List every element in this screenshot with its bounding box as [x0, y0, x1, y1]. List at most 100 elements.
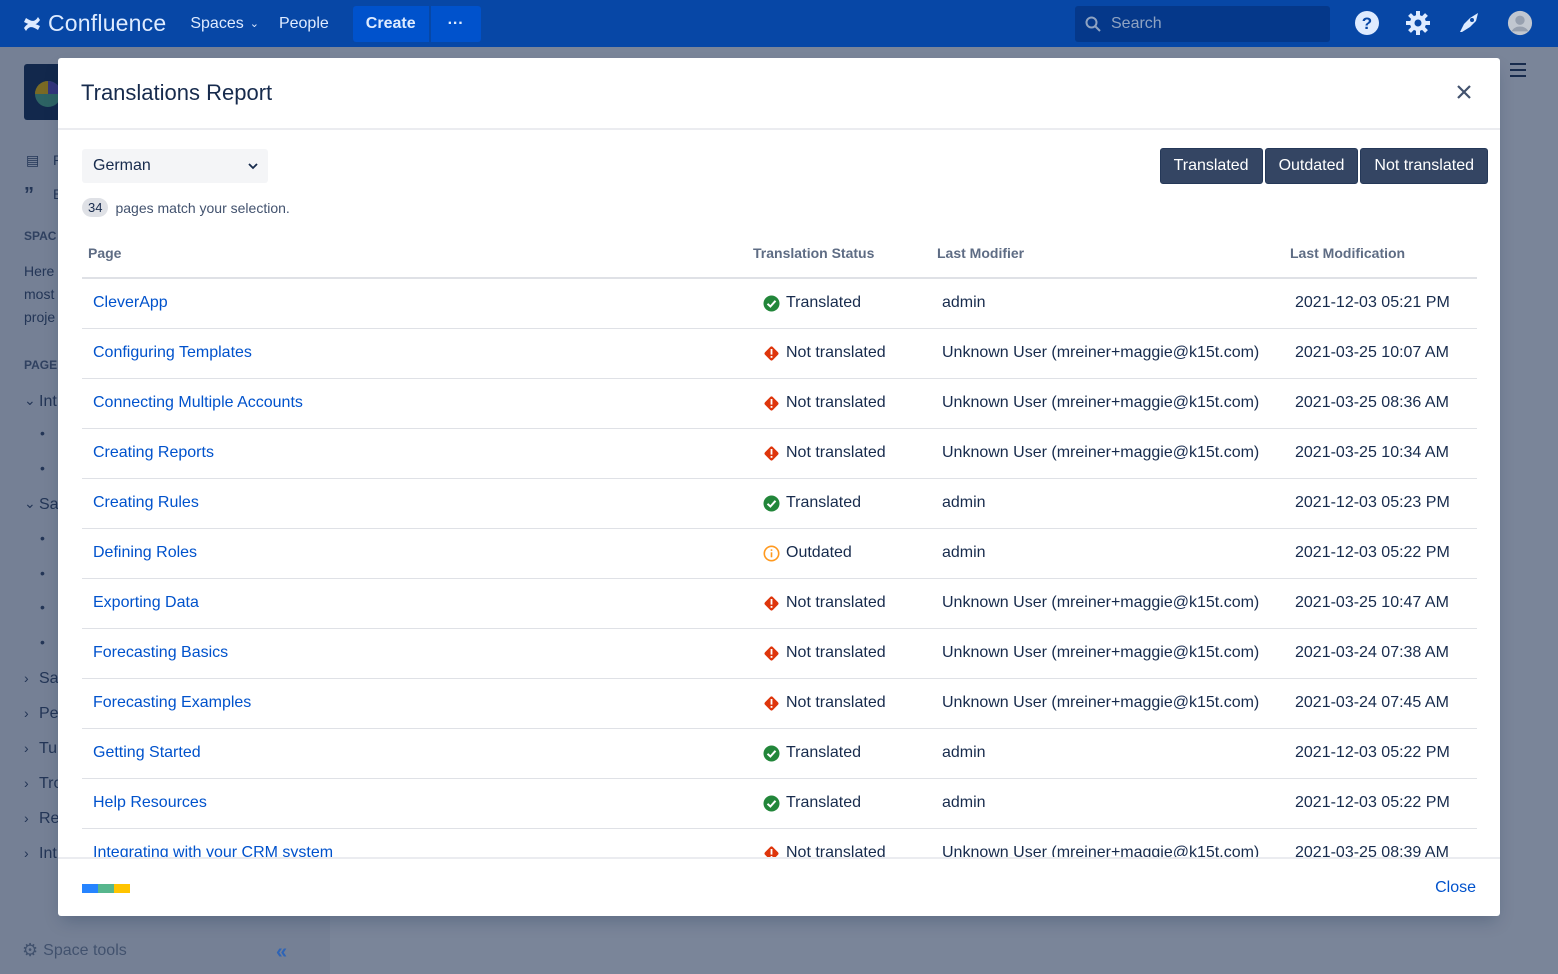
page-cell: Configuring Templates	[82, 328, 747, 379]
status-cell: Not translated	[747, 378, 931, 429]
people-link[interactable]: People	[279, 15, 329, 33]
modifier-cell: Unknown User (mreiner+maggie@k15t.com)	[931, 378, 1284, 429]
spaces-menu[interactable]: Spaces ⌄	[190, 15, 259, 33]
match-count-badge: 34	[82, 198, 109, 217]
status-label: Not translated	[786, 594, 886, 611]
chevron-down-icon: ⌄	[249, 18, 259, 30]
translation-status: Not translated	[758, 594, 931, 612]
table-row: CleverApp Translated admin 2021-12-03 05:21…	[82, 278, 1477, 329]
table-row: Defining Roles Outdated admin 2021-12-03 05…	[82, 528, 1477, 579]
column-header-modification[interactable]: Last Modification	[1284, 228, 1477, 279]
status-cell: Not translated	[747, 678, 931, 729]
translation-status: Outdated	[758, 544, 931, 562]
column-header-page[interactable]: Page	[82, 228, 747, 279]
translation-status: Translated	[758, 294, 931, 312]
confluence-logo[interactable]: Confluence	[22, 10, 166, 37]
table-row: Integrating with your CRM system Not tran…	[82, 828, 1477, 857]
page-link[interactable]: Defining Roles	[93, 544, 197, 561]
page-link[interactable]: Getting Started	[93, 744, 201, 761]
column-header-modifier[interactable]: Last Modifier	[931, 228, 1284, 279]
create-more-button[interactable]: ···	[430, 5, 481, 42]
notifications-icon[interactable]	[1456, 10, 1482, 36]
translation-status: Translated	[758, 794, 931, 812]
search-input[interactable]: Search	[1075, 6, 1330, 42]
status-label: Not translated	[786, 844, 886, 857]
modifier-cell: Unknown User (mreiner+maggie@k15t.com)	[931, 678, 1284, 729]
status-label: Translated	[786, 494, 861, 511]
collapse-sidebar-button[interactable]: «	[276, 941, 287, 964]
page-cell: Defining Roles	[82, 528, 747, 579]
close-icon[interactable]	[1452, 80, 1476, 104]
modification-date-cell: 2021-12-03 05:23 PM	[1284, 478, 1477, 529]
error-icon	[763, 645, 786, 662]
modifier-cell: Unknown User (mreiner+maggie@k15t.com)	[931, 828, 1284, 857]
status-label: Translated	[786, 294, 861, 312]
page-cell: Help Resources	[82, 778, 747, 829]
status-cell: Not translated	[747, 578, 931, 629]
space-tools-label: Space tools	[43, 941, 127, 959]
settings-icon[interactable]	[1405, 10, 1431, 36]
logo-bar-green	[98, 884, 114, 893]
help-icon[interactable]: ?	[1354, 10, 1380, 36]
close-button[interactable]: Close	[1435, 879, 1476, 897]
svg-text:?: ?	[1362, 14, 1372, 33]
status-cell: Not translated	[747, 428, 931, 479]
page-link[interactable]: Creating Reports	[93, 444, 214, 461]
modification-date-cell: 2021-12-03 05:22 PM	[1284, 728, 1477, 779]
translation-status: Not translated	[758, 444, 931, 462]
create-button[interactable]: Create	[352, 5, 429, 42]
check-circle-icon	[763, 295, 786, 312]
space-tools-button[interactable]: ⚙ Space tools	[22, 940, 127, 961]
page-cell: Integrating with your CRM system	[82, 828, 747, 857]
page-cell: Forecasting Examples	[82, 678, 747, 729]
page-cell: Exporting Data	[82, 578, 747, 629]
error-icon	[763, 445, 786, 462]
report-table: Page Translation Status Last Modifier La…	[82, 228, 1477, 857]
dialog-title: Translations Report	[81, 80, 273, 105]
table-row: Help Resources Translated admin 2021-12-03 …	[82, 778, 1477, 829]
logo-bar-blue	[82, 884, 98, 893]
page-link[interactable]: Creating Rules	[93, 494, 199, 511]
filter-outdated-button[interactable]: Outdated	[1264, 148, 1359, 184]
filter-not-translated-button[interactable]: Not translated	[1360, 148, 1488, 184]
match-text: pages match your selection.	[115, 199, 290, 216]
filter-translated-button[interactable]: Translated	[1159, 148, 1263, 184]
table-header-row: Page Translation Status Last Modifier La…	[82, 228, 1477, 279]
column-header-status[interactable]: Translation Status	[747, 228, 931, 279]
status-label: Not translated	[786, 444, 886, 461]
modifier-cell: admin	[931, 278, 1284, 329]
page-link[interactable]: Connecting Multiple Accounts	[93, 394, 303, 411]
vendor-logo	[82, 884, 130, 893]
page-link[interactable]: CleverApp	[93, 294, 168, 311]
error-icon	[763, 345, 786, 362]
table-row: Forecasting Basics Not translated Unknown …	[82, 628, 1477, 679]
page-cell: CleverApp	[82, 278, 747, 329]
menu-icon[interactable]	[1510, 63, 1526, 82]
page-link[interactable]: Exporting Data	[93, 594, 199, 611]
modifier-cell: admin	[931, 778, 1284, 829]
page-link[interactable]: Configuring Templates	[93, 344, 252, 361]
modifier-cell: Unknown User (mreiner+maggie@k15t.com)	[931, 328, 1284, 379]
chevron-down-icon	[248, 162, 258, 169]
status-cell: Outdated	[747, 528, 931, 579]
status-label: Not translated	[786, 394, 886, 411]
page-link[interactable]: Forecasting Basics	[93, 644, 228, 661]
translation-status: Translated	[758, 744, 931, 762]
modification-date-cell: 2021-03-25 08:36 AM	[1284, 378, 1477, 429]
language-select[interactable]: German	[82, 149, 268, 183]
modification-date-cell: 2021-03-24 07:45 AM	[1284, 678, 1477, 729]
modifier-cell: admin	[931, 528, 1284, 579]
status-filters: Translated Outdated Not translated	[1158, 148, 1488, 184]
search-placeholder: Search	[1111, 15, 1162, 32]
report-table-container[interactable]: Page Translation Status Last Modifier La…	[82, 228, 1477, 857]
page-link[interactable]: Integrating with your CRM system	[93, 844, 333, 857]
check-circle-icon	[763, 795, 786, 812]
page-link[interactable]: Help Resources	[93, 794, 207, 811]
modification-date-cell: 2021-03-25 10:07 AM	[1284, 328, 1477, 379]
user-avatar-icon[interactable]	[1507, 10, 1533, 36]
translations-report-dialog: Translations Report German Translated Ou…	[58, 58, 1500, 916]
page-link[interactable]: Forecasting Examples	[93, 694, 251, 711]
dialog-header: Translations Report	[58, 58, 1500, 130]
error-icon	[763, 595, 786, 612]
table-row: Configuring Templates Not translated Unkno…	[82, 328, 1477, 379]
